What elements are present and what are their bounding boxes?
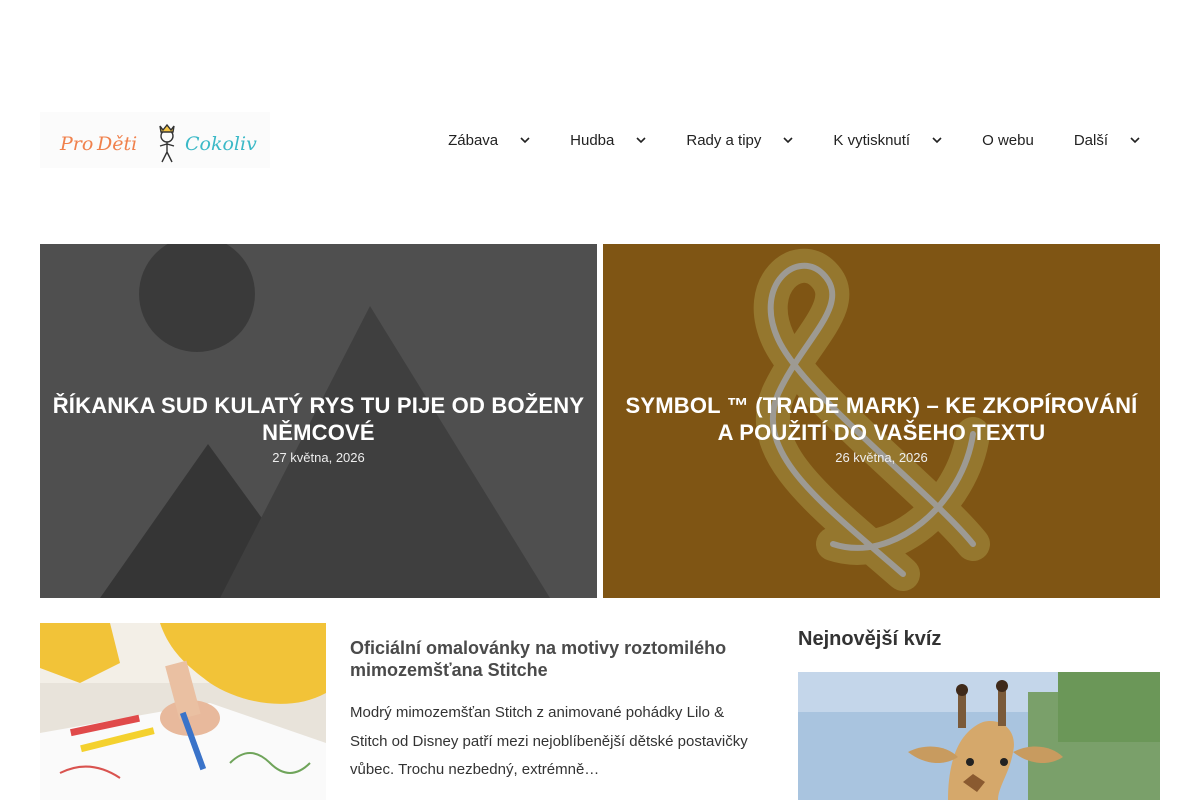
nav-item-rady-a-tipy[interactable]: Rady a tipy	[666, 132, 813, 149]
article-list-item: Oficiální omalovánky na motivy roztomilé…	[40, 623, 770, 800]
featured-caption: Říkanka Sud kulatý rys tu pije od Boženy…	[40, 392, 597, 465]
nav-item-label: Hudba	[570, 131, 615, 149]
svg-text:Děti: Děti	[96, 133, 137, 155]
sidebar-heading: Nejnovější kvíz	[798, 628, 942, 650]
site-header: Pro Děti Cokoliv Zábava Hudba Rady a tip…	[0, 0, 1200, 244]
nav-item-label: Rady a tipy	[686, 131, 762, 149]
nav-item-label: O webu	[982, 131, 1034, 149]
child-coloring-photo	[40, 623, 326, 800]
chevron-down-icon[interactable]	[1130, 136, 1140, 144]
svg-text:Cokoliv: Cokoliv	[185, 133, 257, 155]
nav-item-o-webu[interactable]: O webu	[962, 132, 1054, 149]
featured-post-date: 26 května, 2026	[835, 450, 928, 465]
svg-text:Pro: Pro	[59, 133, 93, 155]
nav-item-label: Zábava	[448, 131, 499, 149]
logo-image: Pro Děti Cokoliv	[40, 112, 270, 168]
chevron-down-icon[interactable]	[636, 136, 646, 144]
chevron-down-icon[interactable]	[520, 136, 530, 144]
giraffe-photo	[798, 672, 1160, 800]
nav-item-zabava[interactable]: Zábava	[428, 132, 550, 149]
featured-post-date: 27 května, 2026	[272, 450, 365, 465]
article-excerpt: Modrý mimozemšťan Stitch z animované poh…	[350, 704, 748, 778]
sidebar-quiz-image[interactable]	[798, 672, 1160, 800]
article-title[interactable]: Oficiální omalovánky na motivy roztomilé…	[350, 637, 770, 681]
featured-post-card[interactable]: Říkanka Sud kulatý rys tu pije od Boženy…	[40, 244, 597, 598]
article-thumbnail[interactable]	[40, 623, 326, 800]
nav-item-k-vytisknuti[interactable]: K vytisknutí	[813, 132, 962, 149]
nav-item-hudba[interactable]: Hudba	[550, 132, 666, 149]
site-logo[interactable]: Pro Děti Cokoliv	[40, 112, 280, 168]
chevron-down-icon[interactable]	[932, 136, 942, 144]
featured-post-title[interactable]: Symbol ™ (trade mark) – ke zkopírování a…	[615, 392, 1148, 446]
nav-item-label: Další	[1073, 131, 1108, 149]
nav-item-label: K vytisknutí	[833, 131, 911, 149]
chevron-down-icon[interactable]	[783, 136, 793, 144]
featured-post-card[interactable]: Symbol ™ (trade mark) – ke zkopírování a…	[603, 244, 1160, 598]
main-nav: Zábava Hudba Rady a tipy K vytisknutí O …	[428, 120, 1160, 160]
featured-caption: Symbol ™ (trade mark) – ke zkopírování a…	[603, 392, 1160, 465]
featured-post-title[interactable]: Říkanka Sud kulatý rys tu pije od Boženy…	[52, 392, 585, 446]
nav-item-dalsi[interactable]: Další	[1054, 132, 1160, 149]
